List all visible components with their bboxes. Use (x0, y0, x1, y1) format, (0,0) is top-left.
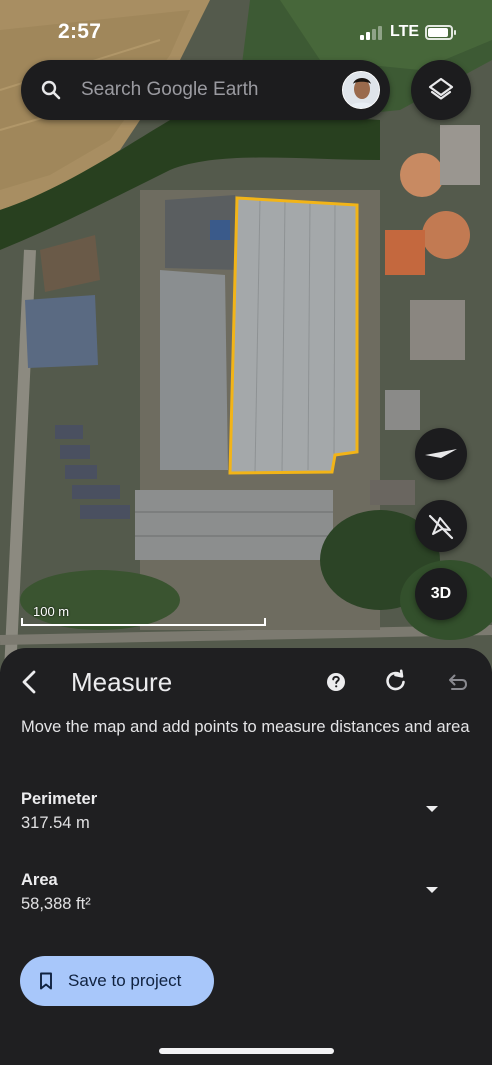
save-button-label: Save to project (68, 971, 182, 990)
back-arrow-icon[interactable] (14, 666, 46, 698)
network-type: LTE (390, 23, 420, 40)
scale-bar (21, 618, 266, 626)
measure-panel: Measure Move the map and add points to m… (0, 648, 492, 1065)
save-to-project-button[interactable]: Save to project (20, 956, 214, 1006)
search-input[interactable]: Search Google Earth (81, 79, 258, 101)
profile-photo (343, 72, 379, 108)
area-value: 58,388 ft² (21, 895, 91, 913)
search-bar[interactable]: Search Google Earth (21, 60, 390, 120)
search-icon (41, 80, 61, 100)
compass-button[interactable] (415, 428, 467, 480)
layers-button[interactable] (411, 60, 471, 120)
chevron-down-icon[interactable] (422, 802, 442, 816)
measure-instructions: Move the map and add points to measure d… (21, 718, 470, 736)
compass-icon (425, 449, 457, 458)
reset-icon[interactable] (382, 667, 410, 695)
scale-label: 100 m (33, 604, 70, 619)
perimeter-label: Perimeter (21, 790, 98, 808)
chevron-down-icon[interactable] (422, 883, 442, 897)
layers-icon (428, 77, 454, 100)
perimeter-value: 317.54 m (21, 814, 90, 832)
satellite-map[interactable]: 2:57 LTE Search Google Earth 3D 100 m (0, 0, 492, 672)
area-label: Area (21, 871, 58, 889)
help-icon[interactable] (324, 670, 348, 694)
status-bar: 2:57 LTE (0, 0, 492, 56)
no-fly-icon (428, 514, 454, 540)
avatar[interactable] (342, 71, 380, 109)
signal-icon (360, 26, 382, 40)
panel-title: Measure (71, 667, 173, 697)
bookmark-icon (40, 972, 52, 990)
battery-icon (425, 25, 456, 40)
status-time: 2:57 (58, 20, 102, 43)
undo-icon[interactable] (443, 669, 469, 695)
3d-toggle-button[interactable]: 3D (415, 568, 467, 620)
home-indicator[interactable] (159, 1048, 334, 1054)
fly-to-button[interactable] (415, 500, 467, 552)
